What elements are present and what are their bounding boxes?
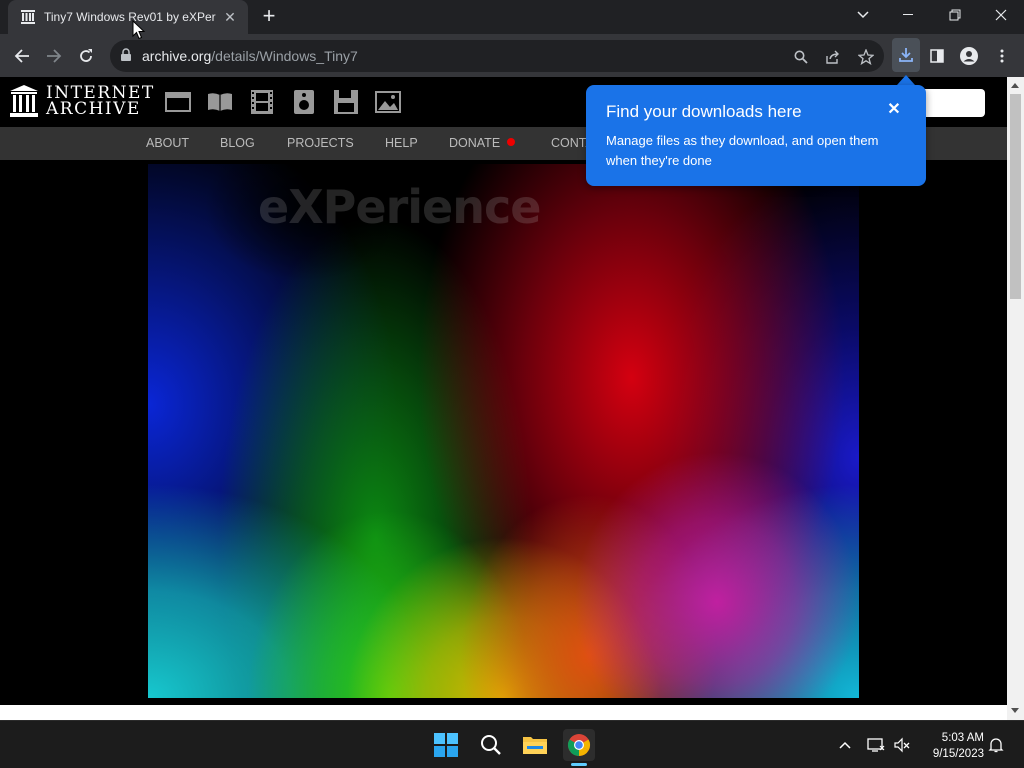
tab-strip: Tiny7 Windows Rev01 by eXPerience ✕ + <box>0 0 1024 34</box>
nav-help[interactable]: HELP <box>385 136 418 150</box>
side-panel-icon <box>930 49 944 63</box>
bubble-title: Find your downloads here <box>606 102 802 121</box>
archive-logo-text[interactable]: INTERNET ARCHIVE <box>46 85 155 119</box>
audio-icon[interactable] <box>291 89 317 115</box>
nav-blog[interactable]: BLOG <box>220 136 255 150</box>
chevron-up-icon <box>839 741 851 749</box>
network-icon <box>867 738 885 752</box>
archive-favicon-icon <box>21 10 35 24</box>
back-arrow-icon <box>14 49 29 63</box>
close-window-button[interactable] <box>978 0 1024 30</box>
star-icon <box>858 49 874 65</box>
scroll-down-icon[interactable] <box>1011 708 1019 713</box>
active-app-indicator <box>571 763 587 766</box>
tab-title: Tiny7 Windows Rev01 by eXPerience <box>44 10 216 24</box>
nav-about[interactable]: ABOUT <box>146 136 189 150</box>
minimize-icon <box>903 14 913 15</box>
taskbar-search-button[interactable] <box>475 729 507 761</box>
file-explorer-button[interactable] <box>519 729 551 761</box>
images-icon[interactable] <box>375 89 401 115</box>
chrome-taskbar-button[interactable] <box>563 729 595 761</box>
browser-tab[interactable]: Tiny7 Windows Rev01 by eXPerience ✕ <box>8 0 248 34</box>
download-icon <box>899 48 913 62</box>
windows-taskbar: 5:03 AM 9/15/2023 <box>0 720 1024 768</box>
profile-button[interactable] <box>957 44 981 68</box>
share-icon <box>826 50 839 64</box>
nav-donate[interactable]: DONATE <box>449 136 516 150</box>
tab-close-icon[interactable]: ✕ <box>222 9 238 26</box>
url-text[interactable]: archive.org/details/Windows_Tiny7 <box>142 48 358 64</box>
lock-icon[interactable] <box>120 48 132 62</box>
address-bar[interactable]: archive.org/details/Windows_Tiny7 <box>110 40 884 72</box>
mouse-cursor-icon <box>132 20 146 40</box>
network-button[interactable] <box>866 735 886 755</box>
wallpaper-brand-text: eXPerience <box>258 180 541 234</box>
wallpaper-image: eXPerience <box>148 164 859 698</box>
logo-line-2: ARCHIVE <box>46 99 141 119</box>
windows-logo-icon <box>434 733 458 757</box>
chevron-down-icon <box>857 11 869 19</box>
zoom-search-button[interactable] <box>791 47 811 67</box>
notifications-button[interactable] <box>986 735 1006 755</box>
item-preview-area: eXPerience <box>0 160 1007 705</box>
forward-arrow-icon <box>47 49 62 63</box>
nav-projects[interactable]: PROJECTS <box>287 136 354 150</box>
minimize-button[interactable] <box>886 0 932 30</box>
scrollbar-thumb[interactable] <box>1010 94 1021 299</box>
bubble-close-icon[interactable]: ✕ <box>884 100 904 120</box>
downloads-promo-bubble: Find your downloads here Manage files as… <box>586 85 926 186</box>
kebab-menu-icon <box>1000 49 1004 63</box>
forward-button[interactable] <box>42 44 66 68</box>
texts-icon[interactable] <box>207 89 233 115</box>
search-icon <box>794 50 808 64</box>
menu-button[interactable] <box>990 44 1014 68</box>
volume-button[interactable] <box>892 735 912 755</box>
ia-search-input[interactable] <box>918 89 985 117</box>
side-panel-button[interactable] <box>925 44 949 68</box>
page-scrollbar[interactable] <box>1007 77 1024 720</box>
browser-toolbar: archive.org/details/Windows_Tiny7 <box>0 34 1024 77</box>
restore-icon <box>949 9 961 21</box>
show-hidden-icons-button[interactable] <box>835 735 855 755</box>
archive-logo-icon[interactable] <box>10 85 38 117</box>
chrome-icon <box>568 734 590 756</box>
search-icon <box>481 735 501 755</box>
close-icon <box>995 9 1007 21</box>
downloads-button[interactable] <box>892 38 920 72</box>
new-tab-button[interactable]: + <box>258 5 280 28</box>
reload-icon <box>80 49 92 62</box>
video-icon[interactable] <box>249 89 275 115</box>
folder-icon <box>523 737 547 754</box>
tab-search-button[interactable] <box>840 0 886 30</box>
system-clock[interactable]: 5:03 AM 9/15/2023 <box>922 730 984 762</box>
scroll-up-icon[interactable] <box>1011 83 1019 88</box>
page-below-fold <box>0 705 1007 720</box>
start-button[interactable] <box>430 729 462 761</box>
web-icon[interactable] <box>165 89 191 115</box>
nav-donate-label: DONATE <box>449 136 501 150</box>
software-icon[interactable] <box>333 89 359 115</box>
bubble-body: Manage files as they download, and open … <box>606 133 879 168</box>
bubble-pointer <box>897 75 915 85</box>
profile-icon <box>960 47 978 65</box>
reload-button[interactable] <box>74 44 98 68</box>
back-button[interactable] <box>10 44 34 68</box>
restore-button[interactable] <box>932 0 978 30</box>
clock-time: 5:03 AM <box>941 732 984 744</box>
bookmark-button[interactable] <box>856 47 876 67</box>
volume-muted-icon <box>894 737 910 753</box>
share-button[interactable] <box>823 47 843 67</box>
bell-icon <box>988 738 1004 753</box>
clock-date: 9/15/2023 <box>932 748 984 760</box>
donate-heart-icon <box>507 138 516 146</box>
